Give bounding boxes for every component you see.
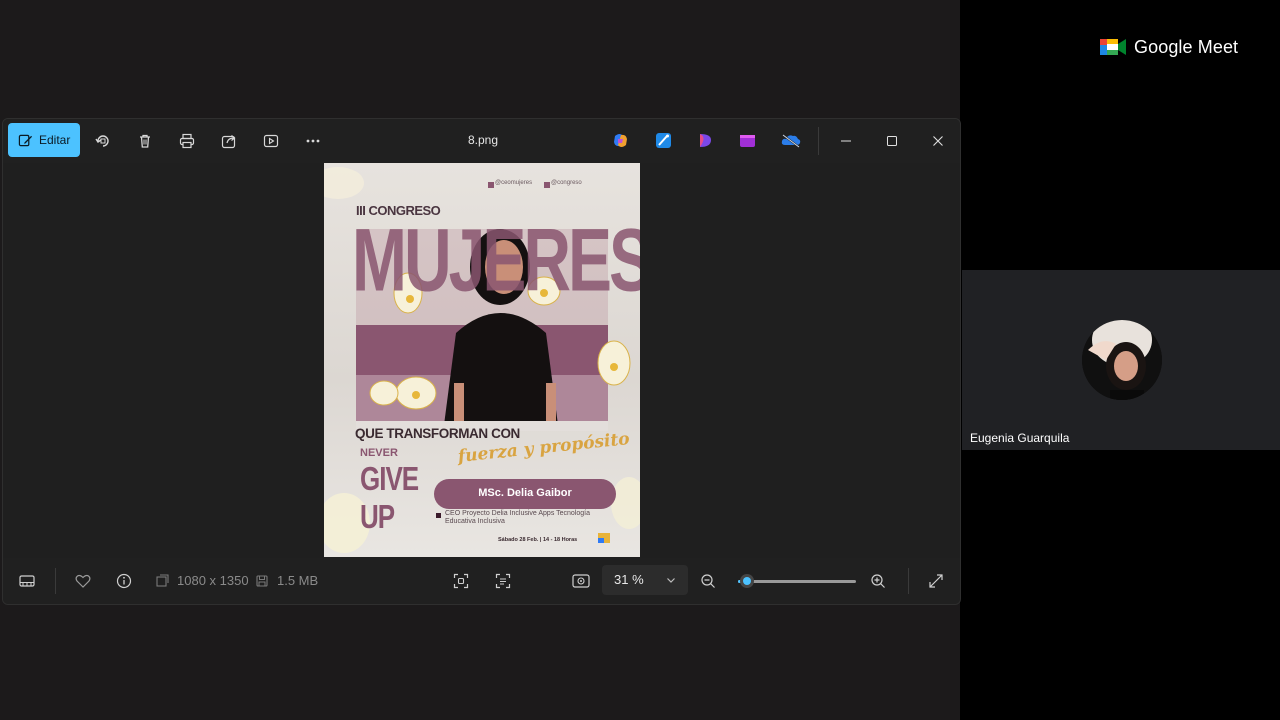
info-icon[interactable] xyxy=(115,572,133,590)
google-meet-logo: Google Meet xyxy=(1100,34,1238,60)
image-canvas[interactable]: @ceomujeres @congreso III CONGRESO MUJER… xyxy=(3,163,960,558)
dimensions-icon xyxy=(153,572,171,590)
slideshow-icon[interactable] xyxy=(259,130,283,152)
zoom-slider[interactable] xyxy=(738,574,856,588)
zoom-out-icon[interactable] xyxy=(699,572,717,590)
file-size: 1.5 MB xyxy=(277,573,319,588)
bottom-separator xyxy=(55,568,56,594)
image-dimensions: 1080 x 1350 xyxy=(177,573,249,588)
photos-bottom-bar: 1080 x 1350 1.5 MB 31 % xyxy=(3,558,960,604)
edit-button-label: Editar xyxy=(39,133,71,147)
favorite-heart-icon[interactable] xyxy=(74,572,92,590)
zoom-slider-thumb[interactable] xyxy=(740,574,755,588)
file-size-icon xyxy=(253,572,271,590)
share-icon[interactable] xyxy=(217,130,241,152)
minimize-icon xyxy=(841,140,851,142)
face-detect-icon[interactable] xyxy=(452,572,470,590)
chevron-down-icon xyxy=(667,578,675,583)
text-scan-icon[interactable] xyxy=(494,572,512,590)
poster-subline: QUE TRANSFORMAN CON xyxy=(355,426,520,441)
clipchamp-icon[interactable] xyxy=(697,132,714,149)
close-icon xyxy=(933,136,943,146)
poster-role: CEO Proyecto Delia Inclusive Apps Tecnol… xyxy=(445,510,591,525)
bottom-separator xyxy=(908,568,909,594)
fullscreen-icon[interactable] xyxy=(927,572,945,590)
copilot-icon[interactable] xyxy=(612,132,629,149)
file-name: 8.png xyxy=(467,133,499,147)
zoom-in-icon[interactable] xyxy=(869,572,887,590)
poster-handle-1: @ceomujeres xyxy=(495,180,533,186)
toolbar-divider xyxy=(818,127,819,155)
poster-image: @ceomujeres @congreso III CONGRESO MUJER… xyxy=(324,163,640,557)
zoom-level-value: 31 % xyxy=(614,572,644,587)
poster-date: Sábado 28 Feb. | 14 - 18 Horas xyxy=(498,537,578,543)
filmstrip-icon[interactable] xyxy=(18,572,36,590)
minimize-button[interactable] xyxy=(832,129,860,153)
poster-headline: MUJERES xyxy=(352,209,640,310)
edit-button[interactable]: Editar xyxy=(8,123,80,157)
meet-brand-label: Google Meet xyxy=(1134,36,1239,57)
onedrive-icon[interactable] xyxy=(781,132,801,149)
close-button[interactable] xyxy=(924,129,952,153)
poster-side-never: NEVER xyxy=(360,447,398,459)
zoom-level-dropdown[interactable]: 31 % xyxy=(602,565,688,595)
print-icon[interactable] xyxy=(175,130,199,152)
poster-speaker: MSc. Delia Gaibor xyxy=(478,487,572,499)
maximize-button[interactable] xyxy=(878,129,906,153)
participant-tile[interactable]: Eugenia Guarquila xyxy=(962,270,1280,450)
photos-app-icon[interactable] xyxy=(739,132,756,149)
participant-avatar xyxy=(1082,320,1162,400)
delete-icon[interactable] xyxy=(133,130,157,152)
more-icon[interactable] xyxy=(301,130,325,152)
rotate-icon[interactable] xyxy=(91,130,115,152)
poster-side-up: UP xyxy=(360,497,395,536)
designer-icon[interactable] xyxy=(655,132,672,149)
edit-icon xyxy=(18,134,33,146)
photos-window: Editar 8.png @ceomujeres @congreso III C… xyxy=(2,118,961,605)
photos-toolbar: Editar 8.png xyxy=(3,119,960,163)
participant-name: Eugenia Guarquila xyxy=(970,431,1070,445)
maximize-icon xyxy=(887,136,897,146)
poster-side-give: GIVE xyxy=(360,459,419,498)
poster-handle-2: @congreso xyxy=(551,180,582,186)
meet-camera-icon xyxy=(1100,36,1126,58)
fit-to-window-icon[interactable] xyxy=(572,572,590,590)
